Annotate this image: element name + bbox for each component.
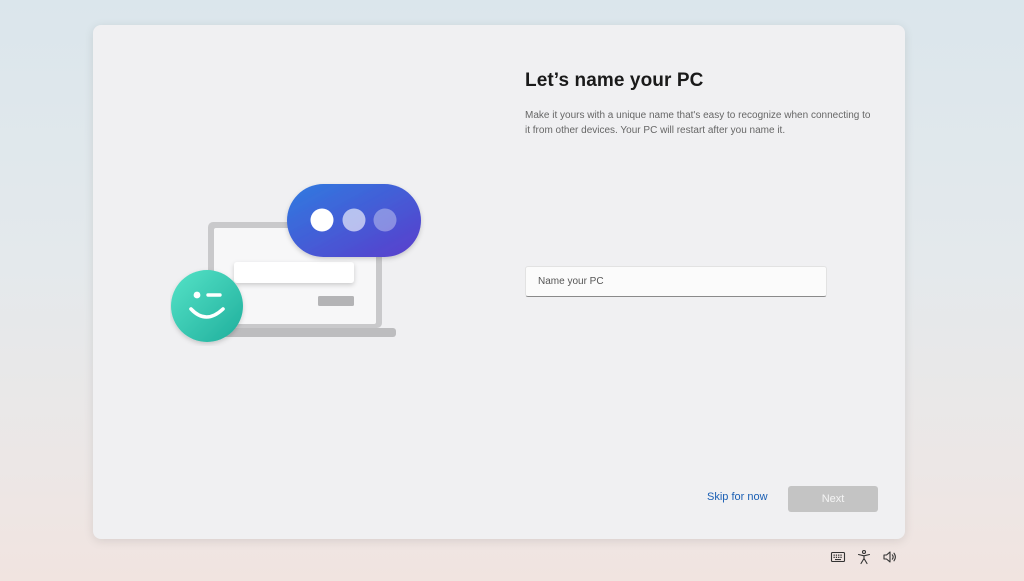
page-title: Let’s name your PC <box>525 70 704 91</box>
chat-bubble-icon <box>287 184 421 257</box>
setup-window: Let’s name your PC Make it yours with a … <box>93 25 905 539</box>
accessibility-icon[interactable] <box>856 549 872 565</box>
volume-icon[interactable] <box>882 549 898 565</box>
pc-name-input[interactable] <box>525 266 827 297</box>
system-tray <box>830 549 898 565</box>
next-button[interactable]: Next <box>788 486 878 512</box>
page-description: Make it yours with a unique name that's … <box>525 110 871 136</box>
illustration <box>171 184 421 342</box>
skip-for-now-link[interactable]: Skip for now <box>707 491 768 503</box>
keyboard-icon[interactable] <box>830 549 846 565</box>
winking-smiley-icon <box>171 270 243 342</box>
